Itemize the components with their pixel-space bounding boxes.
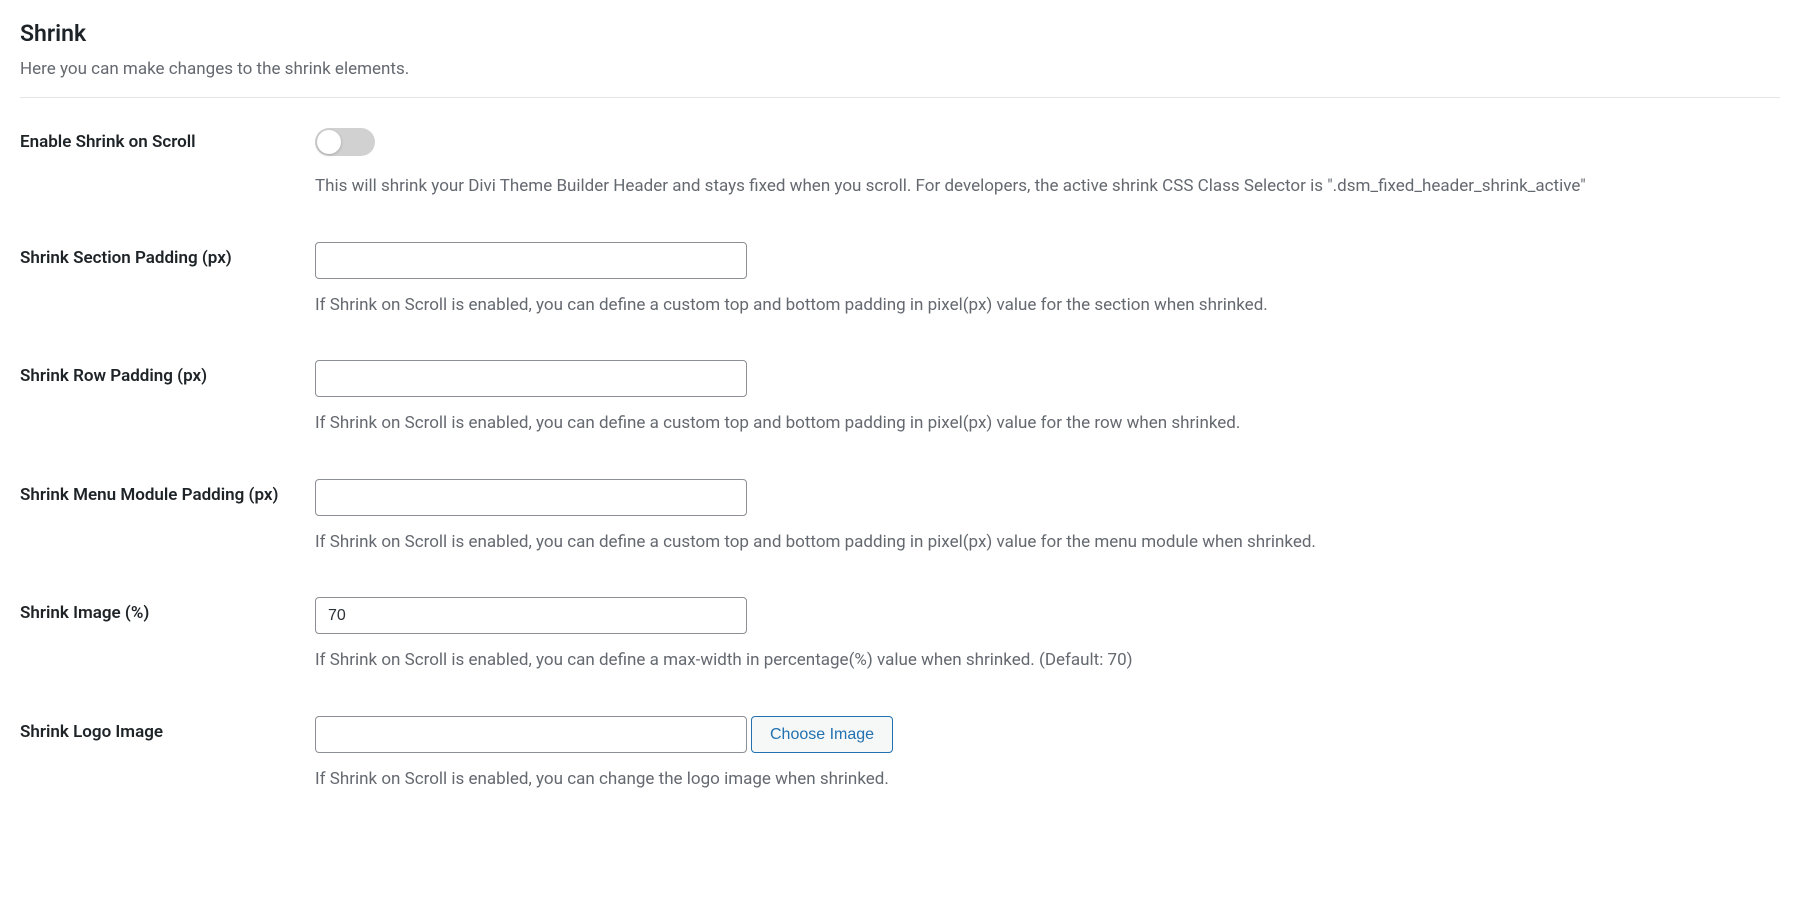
toggle-enable-shrink[interactable] (315, 128, 375, 156)
description-menu-padding: If Shrink on Scroll is enabled, you can … (315, 530, 1780, 556)
choose-image-button[interactable]: Choose Image (751, 716, 893, 753)
label-logo-image: Shrink Logo Image (20, 716, 315, 742)
description-logo-image: If Shrink on Scroll is enabled, you can … (315, 767, 1780, 793)
field-shrink-image: Shrink Image (%) If Shrink on Scroll is … (20, 597, 1780, 674)
input-shrink-image[interactable] (315, 597, 747, 634)
label-row-padding: Shrink Row Padding (px) (20, 360, 315, 386)
label-enable-shrink: Enable Shrink on Scroll (20, 126, 315, 152)
label-shrink-image: Shrink Image (%) (20, 597, 315, 623)
field-menu-padding: Shrink Menu Module Padding (px) If Shrin… (20, 479, 1780, 556)
input-section-padding[interactable] (315, 242, 747, 279)
section-subtitle: Here you can make changes to the shrink … (20, 59, 1780, 79)
description-shrink-image: If Shrink on Scroll is enabled, you can … (315, 648, 1780, 674)
input-menu-padding[interactable] (315, 479, 747, 516)
input-row-padding[interactable] (315, 360, 747, 397)
toggle-knob (317, 130, 341, 154)
section-header: Shrink Here you can make changes to the … (20, 20, 1780, 98)
field-logo-image: Shrink Logo Image Choose Image If Shrink… (20, 716, 1780, 793)
description-row-padding: If Shrink on Scroll is enabled, you can … (315, 411, 1780, 437)
input-logo-image[interactable] (315, 716, 747, 753)
field-enable-shrink: Enable Shrink on Scroll This will shrink… (20, 126, 1780, 200)
label-menu-padding: Shrink Menu Module Padding (px) (20, 479, 315, 505)
description-enable-shrink: This will shrink your Divi Theme Builder… (315, 174, 1780, 200)
label-section-padding: Shrink Section Padding (px) (20, 242, 315, 268)
section-title: Shrink (20, 20, 1780, 47)
field-section-padding: Shrink Section Padding (px) If Shrink on… (20, 242, 1780, 319)
description-section-padding: If Shrink on Scroll is enabled, you can … (315, 293, 1780, 319)
field-row-padding: Shrink Row Padding (px) If Shrink on Scr… (20, 360, 1780, 437)
